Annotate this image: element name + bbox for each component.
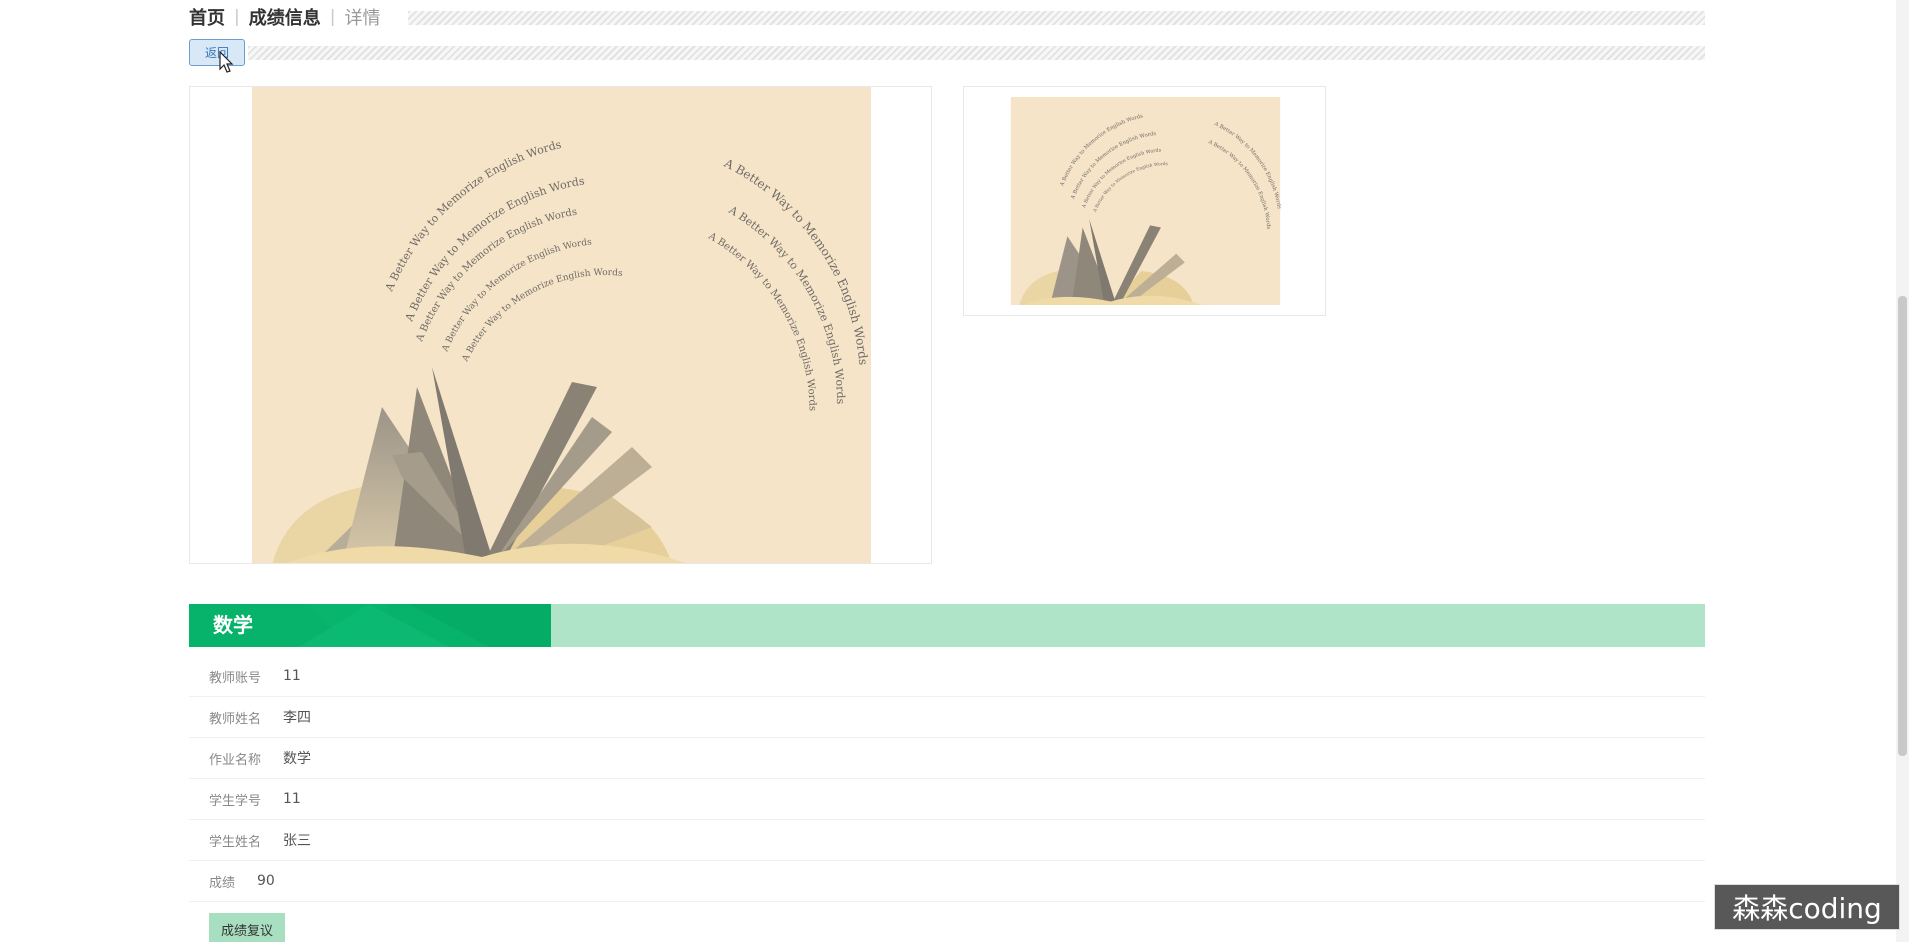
detail-value: 90: [257, 873, 275, 889]
watermark: 森森coding: [1714, 884, 1900, 930]
detail-label: 教师账号: [209, 670, 262, 686]
thumbnail-image: A Better Way to Memorize English Words A…: [1010, 97, 1282, 305]
scrollbar-thumb[interactable]: [1898, 296, 1907, 756]
thumbnail-image-frame[interactable]: A Better Way to Memorize English Words A…: [963, 86, 1326, 316]
section-header: 数学: [189, 604, 1705, 647]
detail-value: 11: [283, 668, 301, 684]
vertical-scrollbar[interactable]: [1896, 0, 1909, 942]
detail-row-assignment-name: 作业名称 数学: [189, 738, 1705, 779]
detail-label: 学生学号: [209, 793, 262, 809]
detail-value: 张三: [283, 833, 311, 849]
cover-image: A Better Way to Memorize English Words A…: [252, 87, 871, 563]
breadcrumb-grades[interactable]: 成绩信息: [249, 4, 321, 30]
mouse-pointer-icon: [219, 51, 234, 73]
detail-label: 成绩: [209, 875, 236, 891]
breadcrumb-separator: |: [234, 7, 240, 27]
detail-value: 11: [283, 791, 301, 807]
breadcrumb-divider: [408, 11, 1705, 25]
detail-row-teacher-account: 教师账号 11: [189, 656, 1705, 697]
grade-appeal-button[interactable]: 成绩复议: [209, 913, 285, 942]
detail-row-score: 成绩 90: [189, 861, 1705, 902]
detail-value: 数学: [283, 751, 311, 767]
detail-label: 教师姓名: [209, 711, 262, 727]
section-tab: 数学: [189, 604, 551, 647]
breadcrumb: 首页 | 成绩信息 | 详情: [189, 4, 380, 30]
breadcrumb-separator: |: [329, 7, 336, 27]
detail-label: 学生姓名: [209, 834, 262, 850]
detail-row-student-id: 学生学号 11: [189, 779, 1705, 820]
breadcrumb-home[interactable]: 首页: [189, 4, 225, 30]
detail-row-teacher-name: 教师姓名 李四: [189, 697, 1705, 738]
toolbar-divider: [248, 46, 1705, 60]
back-button[interactable]: 返回: [189, 39, 245, 66]
detail-row-student-name: 学生姓名 张三: [189, 820, 1705, 861]
main-image-frame: A Better Way to Memorize English Words A…: [189, 86, 932, 564]
detail-label: 作业名称: [209, 752, 262, 768]
breadcrumb-current: 详情: [344, 8, 381, 29]
detail-value: 李四: [283, 710, 311, 726]
section-title: 数学: [213, 613, 253, 637]
